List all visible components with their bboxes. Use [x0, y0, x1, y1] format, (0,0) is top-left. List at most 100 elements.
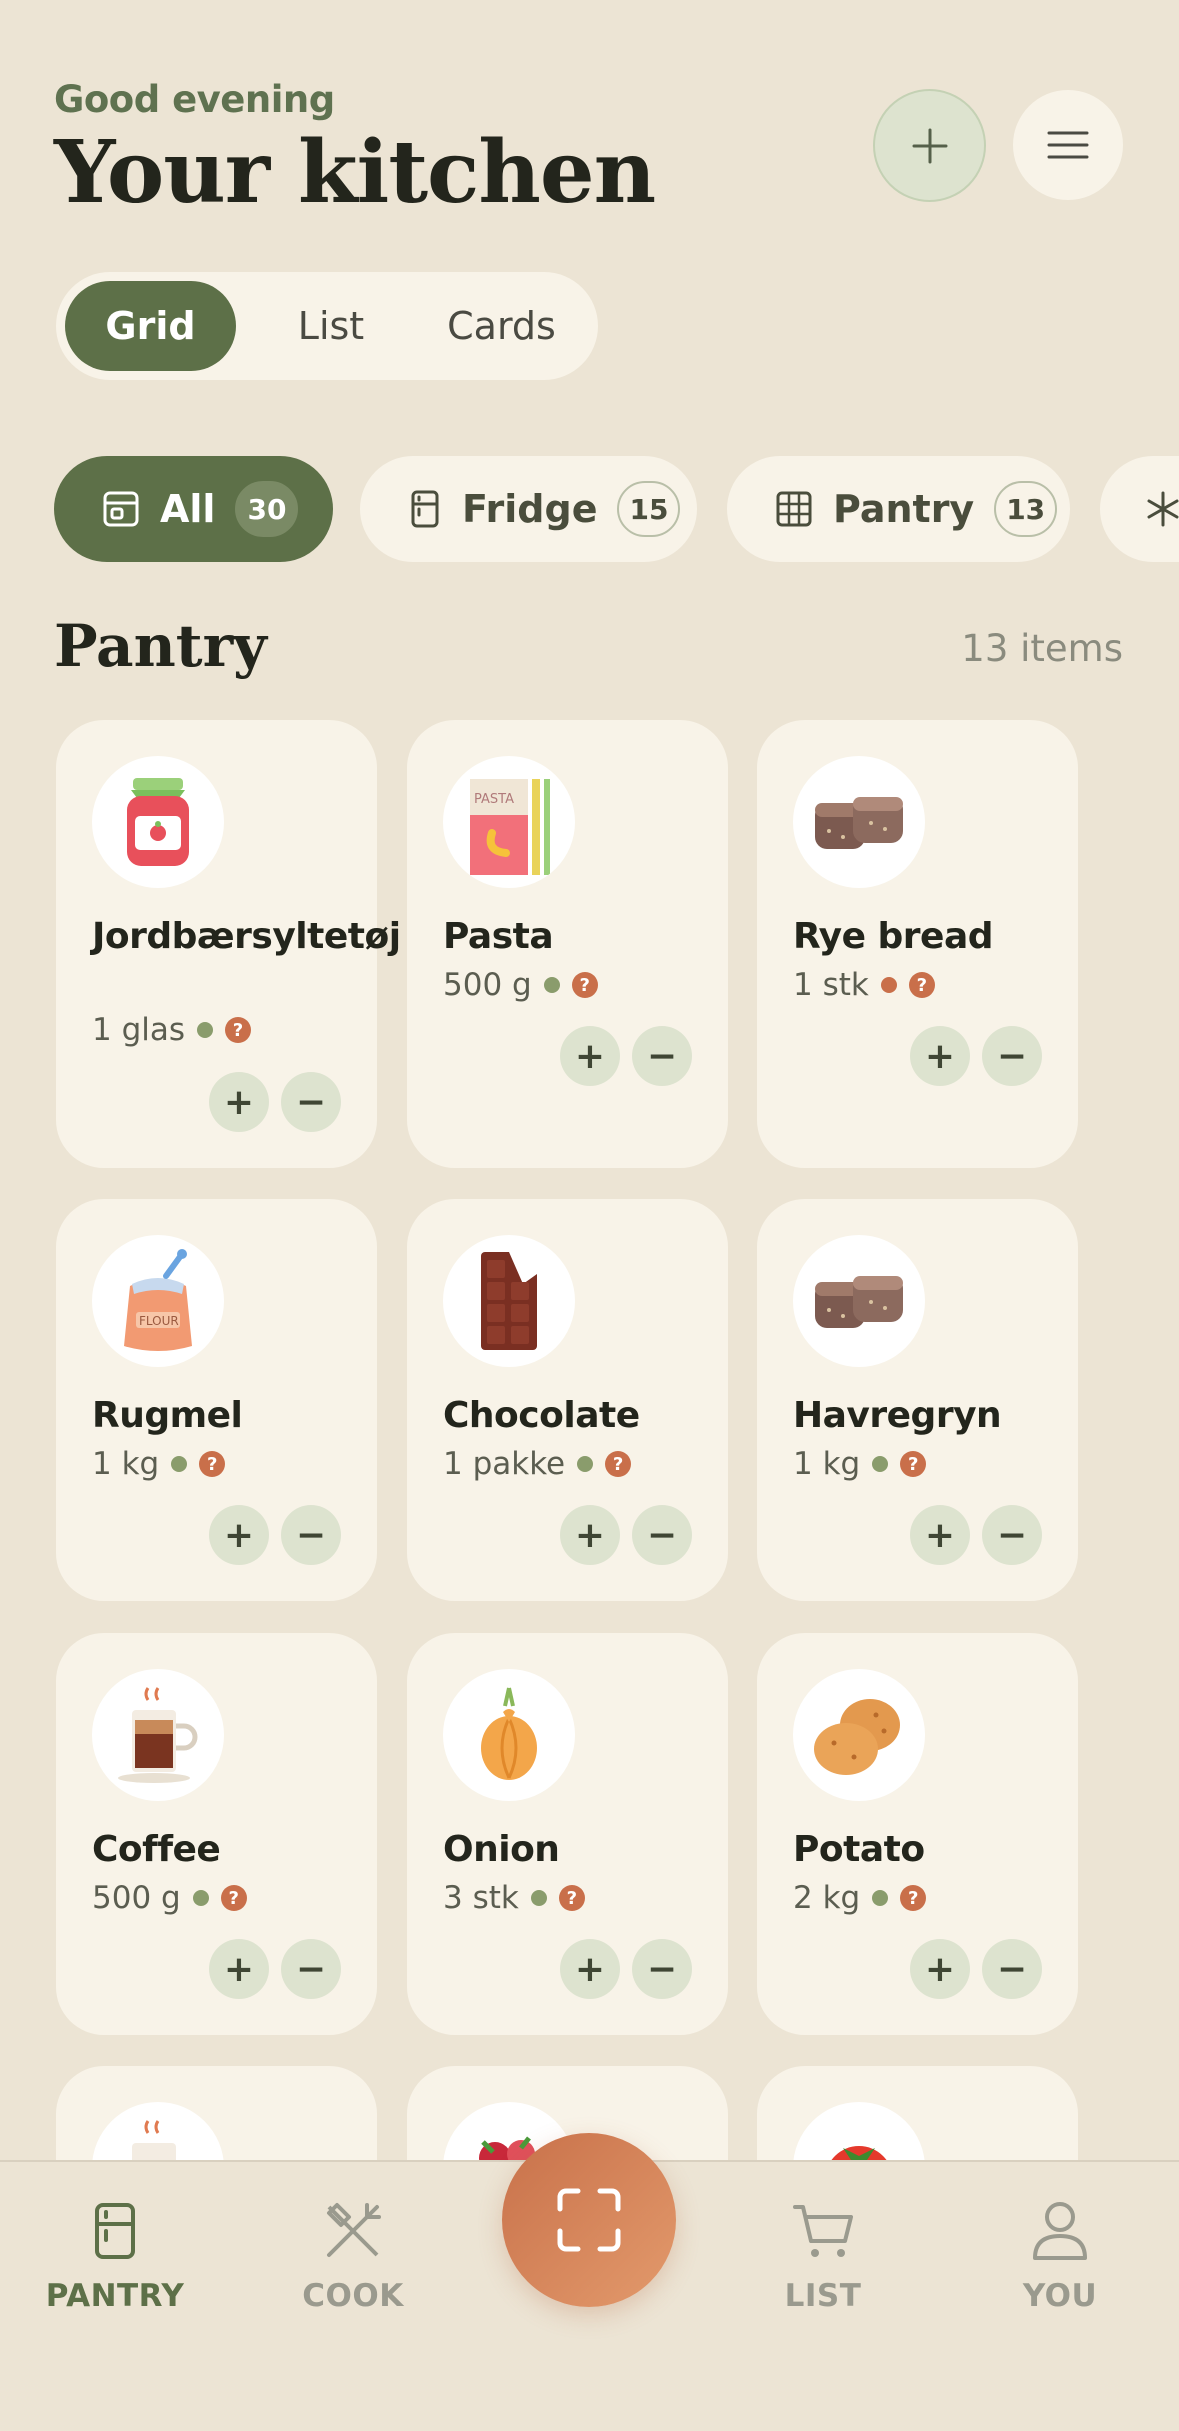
add-item-button[interactable]: [873, 89, 986, 202]
quantity-stepper: + −: [209, 1505, 341, 1565]
quantity-stepper: + −: [209, 1072, 341, 1132]
bread-icon: [793, 756, 925, 888]
item-meta: 1 pakke ?: [443, 1446, 632, 1482]
unknown-expiry-badge: ?: [220, 1885, 247, 1911]
nav-pantry[interactable]: PANTRY: [15, 2162, 215, 2314]
filter-chip-count: 13: [994, 481, 1058, 537]
filter-chip-count: 15: [617, 481, 681, 537]
status-dot: [872, 1456, 889, 1472]
item-card[interactable]: Havregryn 1 kg ? + −: [757, 1199, 1078, 1601]
decrease-button[interactable]: −: [982, 1026, 1042, 1086]
status-dot: [543, 977, 560, 993]
view-list-tab[interactable]: List: [256, 281, 406, 371]
decrease-button[interactable]: −: [632, 1939, 692, 1999]
unknown-expiry-badge: ?: [908, 972, 935, 998]
item-name: Onion: [443, 1829, 560, 1870]
increase-button[interactable]: +: [560, 1026, 620, 1086]
decrease-button[interactable]: −: [632, 1505, 692, 1565]
decrease-button[interactable]: −: [632, 1026, 692, 1086]
plus-icon: [912, 128, 947, 163]
increase-button[interactable]: +: [209, 1072, 269, 1132]
greeting: Good evening: [54, 78, 335, 121]
item-card[interactable]: Onion 3 stk ? + −: [407, 1633, 728, 2035]
bread-icon: [793, 1235, 925, 1367]
item-quantity: 1 pakke: [443, 1446, 566, 1482]
svg-text:PASTA: PASTA: [474, 792, 514, 807]
pasta-box-icon: PASTA: [443, 756, 575, 888]
item-meta: 2 kg ?: [793, 1880, 927, 1916]
item-card[interactable]: Chocolate 1 pakke ? + −: [407, 1199, 728, 1601]
unknown-expiry-badge: ?: [199, 1451, 226, 1477]
item-card[interactable]: Jordbærsyltetøj 1 glas ? + −: [56, 720, 401, 1168]
item-name: Chocolate: [443, 1395, 640, 1436]
quantity-stepper: + −: [209, 1939, 341, 1999]
item-card[interactable]: PASTA Pasta 500 g ? + −: [407, 720, 728, 1168]
increase-button[interactable]: +: [560, 1939, 620, 1999]
unknown-expiry-badge: ?: [571, 972, 598, 998]
decrease-button[interactable]: −: [281, 1072, 341, 1132]
nav-label: LIST: [784, 2278, 862, 2314]
item-meta: 500 g ?: [92, 1880, 247, 1916]
fridge-icon: [93, 2198, 137, 2264]
status-dot: [880, 977, 897, 993]
quantity-stepper: + −: [560, 1505, 692, 1565]
nav-you[interactable]: YOU: [960, 2162, 1160, 2314]
increase-button[interactable]: +: [910, 1939, 970, 1999]
item-card[interactable]: FLOUR Rugmel 1 kg ? + −: [56, 1199, 377, 1601]
increase-button[interactable]: +: [209, 1939, 269, 1999]
unknown-expiry-badge: ?: [605, 1451, 632, 1477]
unknown-expiry-badge: ?: [558, 1885, 585, 1911]
item-quantity: 1 kg: [793, 1446, 861, 1482]
page-title: Your kitchen: [54, 122, 656, 223]
nav-label: YOU: [1022, 2278, 1098, 2314]
nav-label: PANTRY: [45, 2278, 185, 2314]
filter-chip-pantry[interactable]: Pantry 13: [727, 456, 1070, 562]
decrease-button[interactable]: −: [281, 1505, 341, 1565]
flour-sack-icon: FLOUR: [92, 1235, 224, 1367]
filter-chip-count: 30: [235, 481, 299, 537]
quantity-stepper: + −: [910, 1026, 1042, 1086]
unknown-expiry-badge: ?: [225, 1017, 252, 1043]
item-meta: 1 kg ?: [92, 1446, 226, 1482]
freezer-snowflake-icon: [1147, 491, 1179, 527]
nav-label: COOK: [302, 2278, 404, 2314]
item-name: Jordbærsyltetøj: [92, 916, 401, 957]
increase-button[interactable]: +: [209, 1505, 269, 1565]
view-cards-tab[interactable]: Cards: [414, 281, 589, 371]
fork-knife-icon: [321, 2198, 385, 2264]
filter-chip-freezer[interactable]: [1100, 456, 1179, 562]
hamburger-menu-icon: [1047, 131, 1089, 159]
item-name: Coffee: [92, 1829, 221, 1870]
item-name: Pasta: [443, 916, 554, 957]
status-dot: [197, 1022, 214, 1038]
increase-button[interactable]: +: [910, 1026, 970, 1086]
nav-cook[interactable]: COOK: [253, 2162, 453, 2314]
increase-button[interactable]: +: [560, 1505, 620, 1565]
chocolate-bar-icon: [443, 1235, 575, 1367]
status-dot: [530, 1890, 547, 1906]
cart-icon: [791, 2198, 855, 2264]
item-quantity: 2 kg: [793, 1880, 861, 1916]
item-name: Potato: [793, 1829, 925, 1870]
increase-button[interactable]: +: [910, 1505, 970, 1565]
scan-button[interactable]: [502, 2133, 676, 2307]
item-quantity: 1 kg: [92, 1446, 160, 1482]
decrease-button[interactable]: −: [982, 1505, 1042, 1565]
nav-list[interactable]: LIST: [723, 2162, 923, 2314]
jam-jar-icon: [92, 756, 224, 888]
item-quantity: 1 stk: [793, 967, 869, 1003]
filter-chip-fridge[interactable]: Fridge 15: [360, 456, 697, 562]
menu-button[interactable]: [1013, 90, 1123, 200]
item-quantity: 500 g: [443, 967, 532, 1003]
decrease-button[interactable]: −: [982, 1939, 1042, 1999]
filter-chip-label: Pantry: [833, 487, 975, 531]
item-card[interactable]: Rye bread 1 stk ? + −: [757, 720, 1078, 1168]
item-card[interactable]: Potato 2 kg ? + −: [757, 1633, 1078, 2035]
decrease-button[interactable]: −: [281, 1939, 341, 1999]
onion-icon: [443, 1669, 575, 1801]
item-name: Rye bread: [793, 916, 994, 957]
item-card[interactable]: Coffee 500 g ? + −: [56, 1633, 377, 2035]
quantity-stepper: + −: [560, 1939, 692, 1999]
view-grid-tab[interactable]: Grid: [65, 281, 236, 371]
filter-chip-all[interactable]: All 30: [54, 456, 333, 562]
